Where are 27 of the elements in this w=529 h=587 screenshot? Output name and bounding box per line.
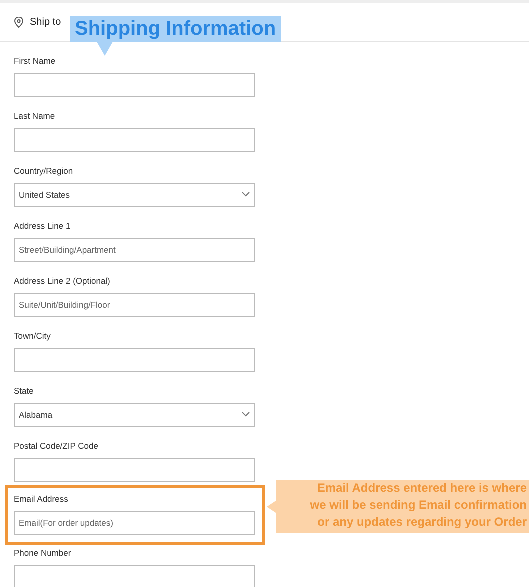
input-field[interactable]: Street/Building/Apartment xyxy=(14,238,255,262)
input-field[interactable] xyxy=(14,458,255,482)
dropdown[interactable]: Alabama xyxy=(14,403,255,427)
location-pin-icon xyxy=(14,16,24,28)
field-label: Email Address xyxy=(14,493,68,506)
field-label: Country/Region xyxy=(14,165,74,178)
input-field[interactable] xyxy=(14,128,255,152)
field-label: State xyxy=(14,385,34,398)
field-label: First Name xyxy=(14,55,56,68)
field-label: Address Line 2 (Optional) xyxy=(14,275,110,288)
callout-pointer xyxy=(97,42,113,56)
input-field[interactable] xyxy=(14,348,255,372)
field-label: Postal Code/ZIP Code xyxy=(14,440,98,453)
input-field[interactable] xyxy=(14,73,255,97)
annotation-note: Email Address entered here is where we will be sending Email confirmation or any updates regarding your Order xyxy=(276,480,529,533)
field-label: Last Name xyxy=(14,110,56,123)
section-title: Ship to xyxy=(30,16,62,30)
chevron-down-icon xyxy=(242,412,250,417)
dropdown[interactable]: United States xyxy=(14,183,255,207)
field-label: Address Line 1 xyxy=(14,220,71,233)
input-field[interactable]: Suite/Unit/Building/Floor xyxy=(14,293,255,317)
input-field[interactable] xyxy=(14,565,255,587)
field-label: Town/City xyxy=(14,330,51,343)
input-field[interactable]: Email(For order updates) xyxy=(14,511,255,535)
annotation-pointer xyxy=(267,501,276,513)
field-label: Phone Number xyxy=(14,547,72,560)
chevron-down-icon xyxy=(242,192,250,197)
